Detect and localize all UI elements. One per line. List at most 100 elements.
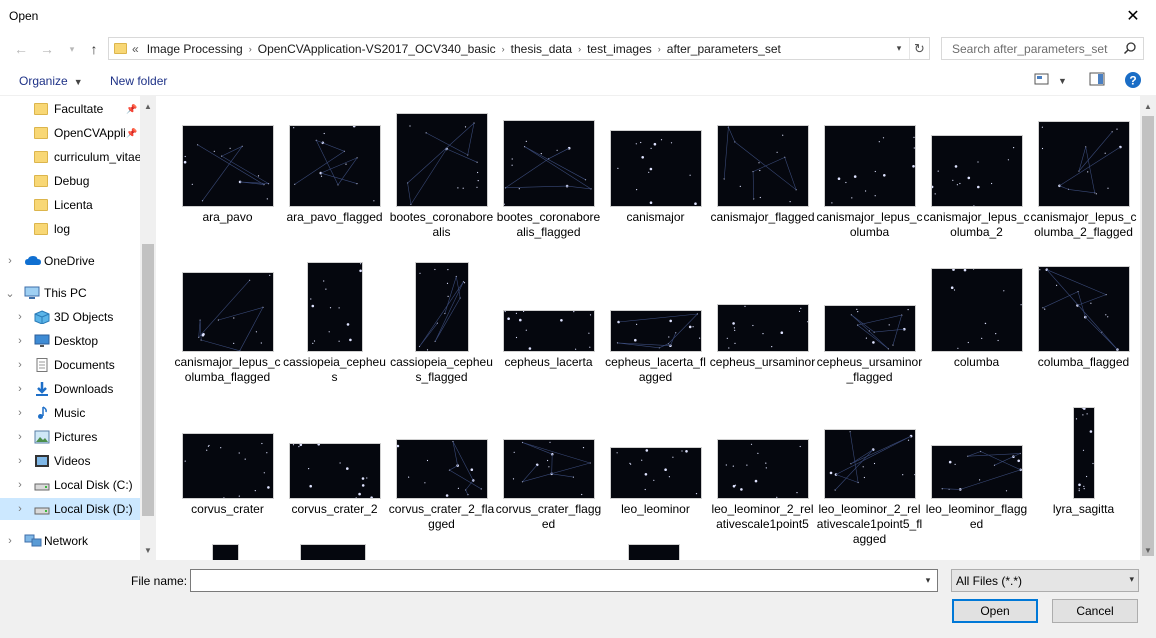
chevron-right-icon[interactable]: › xyxy=(249,44,252,54)
sidebar-item-label: log xyxy=(54,222,71,236)
sidebar-item[interactable]: OpenCVAppli 📌 xyxy=(0,122,140,144)
file-name-label: bootes_coronaborealis_flagged xyxy=(496,210,601,239)
window-title: Open xyxy=(9,9,39,23)
file-name-label: corvus_crater_2 xyxy=(291,502,378,516)
recent-locations-chevron-icon[interactable]: ▾ xyxy=(63,40,81,58)
view-options-icon[interactable] xyxy=(1034,72,1050,86)
close-icon[interactable]: ✕ xyxy=(1110,0,1156,32)
cancel-button[interactable]: Cancel xyxy=(1052,599,1138,623)
scrollbar-thumb[interactable] xyxy=(142,244,154,516)
organize-button[interactable]: Organize ▼ xyxy=(19,74,83,88)
breadcrumb-overflow[interactable]: « xyxy=(132,42,139,56)
sidebar-item-label: Local Disk (C:) xyxy=(54,478,133,492)
breadcrumb-item[interactable]: OpenCVApplication-VS2017_OCV340_basic xyxy=(258,42,496,56)
image-thumbnail xyxy=(289,126,380,206)
chevron-right-icon[interactable]: › xyxy=(15,335,25,347)
breadcrumb-item[interactable]: thesis_data xyxy=(511,42,572,56)
sidebar-item[interactable]: › Videos xyxy=(0,450,140,472)
chevron-right-icon[interactable]: › xyxy=(502,44,505,54)
image-thumbnail xyxy=(717,126,808,206)
sidebar-item[interactable]: Facultate 📌 xyxy=(0,98,140,120)
chevron-right-icon[interactable]: › xyxy=(15,455,25,467)
sidebar-item[interactable]: › Documents xyxy=(0,354,140,376)
sidebar-item[interactable]: › Local Disk (C:) xyxy=(0,474,140,496)
new-folder-button[interactable]: New folder xyxy=(110,74,167,88)
thumbnail-frame xyxy=(388,106,495,206)
chevron-right-icon[interactable]: › xyxy=(578,44,581,54)
image-thumbnail xyxy=(931,136,1022,206)
back-arrow-icon[interactable]: ← xyxy=(12,40,30,58)
chevron-down-icon: ▼ xyxy=(73,77,83,87)
scroll-up-icon[interactable]: ▲ xyxy=(1140,98,1156,114)
sidebar-item[interactable]: › Pictures xyxy=(0,426,140,448)
file-name-input[interactable] xyxy=(191,570,911,591)
sidebar-item[interactable]: Debug xyxy=(0,170,140,192)
view-chevron-down-icon[interactable]: ▼ xyxy=(1058,76,1067,86)
sidebar-item[interactable]: › Music xyxy=(0,402,140,424)
file-list-scrollbar[interactable]: ▲ ▼ xyxy=(1140,96,1156,560)
navigation-pane-scrollbar[interactable]: ▲ ▼ xyxy=(140,96,156,560)
forward-arrow-icon[interactable]: → xyxy=(38,40,56,58)
chevron-right-icon[interactable]: › xyxy=(15,383,25,395)
breadcrumb-item[interactable]: after_parameters_set xyxy=(667,42,781,56)
preview-pane-icon[interactable] xyxy=(1089,72,1105,86)
thumbnail-frame xyxy=(281,251,388,351)
sidebar-item[interactable]: › OneDrive xyxy=(0,250,140,272)
sidebar-item[interactable]: › Desktop xyxy=(0,330,140,352)
file-name-field[interactable]: ▾ xyxy=(190,569,938,592)
sidebar-item[interactable]: › Local Disk (D:) xyxy=(0,498,140,520)
chevron-down-icon[interactable]: ▾ xyxy=(919,570,937,591)
thumbnail-frame xyxy=(816,251,923,351)
thumbnail-frame xyxy=(923,398,1030,498)
search-icon[interactable] xyxy=(1123,41,1137,55)
chevron-right-icon[interactable]: › xyxy=(658,44,661,54)
chevron-right-icon[interactable]: › xyxy=(15,359,25,371)
breadcrumb-item[interactable]: test_images xyxy=(587,42,652,56)
image-thumbnail[interactable] xyxy=(213,545,238,560)
file-name-label: canismajor_lepus_columba_flagged xyxy=(174,355,281,384)
address-bar[interactable]: « Image Processing › OpenCVApplication-V… xyxy=(108,37,930,60)
sidebar-item[interactable]: Licenta xyxy=(0,194,140,216)
thumbnail-frame xyxy=(816,398,923,498)
search-input[interactable] xyxy=(950,38,1125,59)
image-thumbnail[interactable] xyxy=(629,545,679,560)
chevron-right-icon[interactable]: › xyxy=(15,311,25,323)
refresh-icon[interactable]: ↻ xyxy=(909,38,929,59)
scrollbar-thumb[interactable] xyxy=(1142,116,1154,556)
file-name-label: corvus_crater_2_flagged xyxy=(388,502,495,531)
chevron-right-icon[interactable]: › xyxy=(5,255,15,267)
sidebar-item[interactable]: › 3D Objects xyxy=(0,306,140,328)
file-name-label: cepheus_ursaminor xyxy=(709,355,816,369)
sidebar-item[interactable]: › Downloads xyxy=(0,378,140,400)
sidebar-item[interactable]: curriculum_vitae xyxy=(0,146,140,168)
sidebar-item-label: Facultate xyxy=(54,102,104,116)
chevron-down-icon[interactable]: ▾ xyxy=(891,38,907,59)
chevron-right-icon[interactable]: › xyxy=(15,503,25,515)
help-icon[interactable]: ? xyxy=(1124,71,1142,89)
scroll-down-icon[interactable]: ▼ xyxy=(1140,542,1156,558)
image-thumbnail[interactable] xyxy=(301,545,365,560)
file-name-label: cepheus_ursaminor_flagged xyxy=(816,355,923,384)
scroll-up-icon[interactable]: ▲ xyxy=(140,98,156,114)
sidebar-item[interactable]: ⌄ This PC xyxy=(0,282,140,304)
scroll-down-icon[interactable]: ▼ xyxy=(140,542,156,558)
chevron-right-icon[interactable]: › xyxy=(5,535,15,547)
file-name-label: leo_leominor xyxy=(621,502,690,516)
file-name-label: corvus_crater_flagged xyxy=(495,502,602,531)
chevron-right-icon[interactable]: › xyxy=(15,479,25,491)
chevron-right-icon[interactable]: › xyxy=(15,407,25,419)
up-arrow-icon[interactable]: ↑ xyxy=(85,40,103,58)
open-button[interactable]: Open xyxy=(952,599,1038,623)
file-name-label: lyra_sagitta xyxy=(1052,502,1115,516)
file-type-select[interactable]: All Files (*.*) ▾ xyxy=(951,569,1139,592)
folder-icon xyxy=(34,102,50,116)
breadcrumb-item[interactable]: Image Processing xyxy=(147,42,243,56)
sidebar-item[interactable]: log xyxy=(0,218,140,240)
search-box[interactable] xyxy=(941,37,1144,60)
sidebar-item[interactable]: › Network xyxy=(0,530,140,552)
file-name-label: cassiopeia_cepheus xyxy=(283,355,386,384)
chevron-down-icon[interactable]: ⌄ xyxy=(5,287,15,300)
file-name-label: File name: xyxy=(131,574,188,588)
sidebar-item-label: Documents xyxy=(54,358,115,372)
chevron-right-icon[interactable]: › xyxy=(15,431,25,443)
